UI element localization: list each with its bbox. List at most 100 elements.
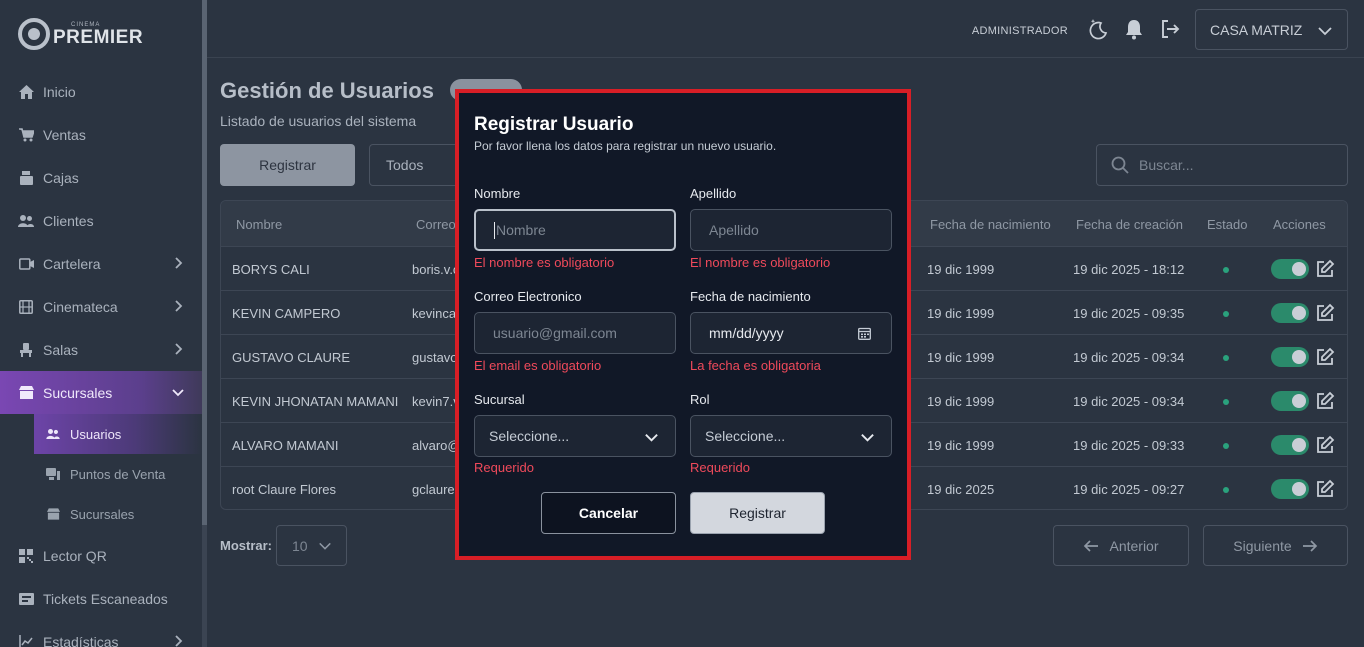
bell-icon[interactable] (1123, 18, 1145, 40)
nombre-input[interactable]: Nombre (474, 209, 676, 251)
submenu-item-puntos-de-venta[interactable]: Puntos de Venta (34, 454, 202, 494)
chevron-down-icon (319, 542, 331, 550)
store-icon (46, 507, 60, 521)
status-toggle[interactable] (1271, 347, 1309, 367)
sidebar-scrollbar[interactable] (202, 0, 207, 647)
status-dot (1223, 267, 1229, 273)
edit-icon[interactable] (1315, 259, 1335, 279)
edit-icon[interactable] (1315, 479, 1335, 499)
cancel-button[interactable]: Cancelar (541, 492, 676, 534)
sidebar-scrollbar-thumb[interactable] (202, 0, 207, 525)
top-header: ADMINISTRADOR CASA MATRIZ (207, 0, 1364, 58)
column-header-fecha-creacion[interactable]: Fecha de creación (1076, 217, 1183, 232)
chevron-down-icon (172, 389, 184, 397)
sidebar-item-lector-qr[interactable]: Lector QR (0, 534, 202, 577)
birth-date-value: mm/dd/yyyy (709, 325, 784, 341)
apellido-placeholder: Apellido (709, 222, 759, 238)
modal-title: Registrar Usuario (474, 114, 634, 135)
page-size-select[interactable]: 10 (276, 525, 347, 566)
edit-icon[interactable] (1315, 303, 1335, 323)
cell-email: gustavo (412, 350, 458, 365)
chevron-right-icon (175, 257, 183, 269)
cell-created: 19 dic 2025 - 09:35 (1073, 306, 1185, 321)
email-placeholder: usuario@gmail.com (493, 325, 617, 341)
sidebar-item-clientes[interactable]: Clientes (0, 199, 202, 242)
status-toggle[interactable] (1271, 259, 1309, 279)
seat-icon (18, 342, 34, 358)
edit-icon[interactable] (1315, 391, 1335, 411)
logout-icon[interactable] (1159, 18, 1181, 40)
email-input[interactable]: usuario@gmail.com (474, 312, 676, 354)
rol-select[interactable]: Seleccione... (690, 415, 892, 457)
edit-icon[interactable] (1315, 347, 1335, 367)
edit-icon[interactable] (1315, 435, 1335, 455)
status-toggle[interactable] (1271, 303, 1309, 323)
sucursal-value: Seleccione... (489, 428, 570, 444)
page-size-label: Mostrar: (220, 538, 273, 553)
status-dot (1223, 399, 1229, 405)
sidebar-item-estadisticas[interactable]: Estadísticas (0, 620, 202, 647)
register-button[interactable]: Registrar (220, 144, 355, 186)
cell-name: BORYS CALI (232, 262, 310, 277)
sidebar-item-cartelera[interactable]: Cartelera (0, 242, 202, 285)
birth-date-input[interactable]: mm/dd/yyyy (690, 312, 892, 354)
submenu-item-label: Puntos de Venta (70, 466, 166, 482)
register-icon (18, 170, 34, 186)
nombre-placeholder: Nombre (496, 222, 546, 238)
submenu-item-usuarios[interactable]: Usuarios (34, 414, 202, 454)
cell-name: ALVARO MAMANI (232, 438, 339, 453)
email-label: Correo Electronico (474, 289, 582, 304)
cart-icon (18, 127, 34, 143)
branch-selector[interactable]: CASA MATRIZ (1195, 9, 1348, 50)
rol-error: Requerido (690, 460, 750, 475)
rol-value: Seleccione... (705, 428, 786, 444)
search-input[interactable]: Buscar... (1096, 144, 1348, 186)
birth-date-error: La fecha es obligatoria (690, 358, 821, 373)
status-toggle[interactable] (1271, 391, 1309, 411)
cell-name: KEVIN JHONATAN MAMANI (232, 394, 399, 409)
sidebar-item-label: Cajas (43, 169, 79, 186)
cell-name: root Claure Flores (232, 482, 337, 497)
chevron-right-icon (175, 300, 183, 312)
sidebar-item-ventas[interactable]: Ventas (0, 113, 202, 156)
text-caret (494, 221, 495, 239)
sidebar: CINEMA PREMIER Inicio Ventas Cajas Clien… (0, 0, 202, 647)
column-header-correo[interactable]: Correo (416, 217, 456, 232)
submenu-item-sucursales[interactable]: Sucursales (34, 494, 202, 534)
chevron-down-icon (645, 434, 658, 442)
brand-logo[interactable]: CINEMA PREMIER (18, 18, 143, 50)
sidebar-item-inicio[interactable]: Inicio (0, 70, 202, 113)
sidebar-item-label: Estadísticas (43, 633, 119, 647)
store-icon (18, 385, 34, 401)
sidebar-item-cajas[interactable]: Cajas (0, 156, 202, 199)
previous-page-button[interactable]: Anterior (1053, 525, 1189, 566)
sidebar-item-salas[interactable]: Salas (0, 328, 202, 371)
apellido-input[interactable]: Apellido (690, 209, 892, 251)
qr-icon (18, 548, 34, 564)
nombre-error: El nombre es obligatorio (474, 255, 615, 270)
submit-register-button[interactable]: Registrar (690, 492, 825, 534)
sidebar-item-tickets-escaneados[interactable]: Tickets Escaneados (0, 577, 202, 620)
status-toggle[interactable] (1271, 479, 1309, 499)
column-header-fecha-nacimiento[interactable]: Fecha de nacimiento (930, 217, 1051, 232)
cell-created: 19 dic 2025 - 09:34 (1073, 394, 1185, 409)
apellido-label: Apellido (690, 186, 737, 201)
sidebar-item-cinemateca[interactable]: Cinemateca (0, 285, 202, 328)
calendar-icon[interactable] (858, 327, 871, 340)
cell-created: 19 dic 2025 - 18:12 (1073, 262, 1185, 277)
sidebar-item-sucursales[interactable]: Sucursales (0, 371, 202, 414)
next-page-button[interactable]: Siguiente (1203, 525, 1348, 566)
users-icon (18, 213, 34, 229)
sucursal-select[interactable]: Seleccione... (474, 415, 676, 457)
sucursal-error: Requerido (474, 460, 534, 475)
cell-birth: 19 dic 1999 (927, 306, 995, 321)
home-icon (18, 84, 34, 100)
theme-toggle-icon[interactable] (1087, 18, 1109, 40)
sidebar-item-label: Cartelera (43, 255, 101, 272)
status-toggle[interactable] (1271, 435, 1309, 455)
column-header-nombre[interactable]: Nombre (236, 217, 282, 232)
film-strip-icon (18, 299, 34, 315)
cell-email: boris.v.c (412, 262, 460, 277)
column-header-estado: Estado (1207, 217, 1248, 232)
user-role-label[interactable]: ADMINISTRADOR (972, 25, 1068, 37)
